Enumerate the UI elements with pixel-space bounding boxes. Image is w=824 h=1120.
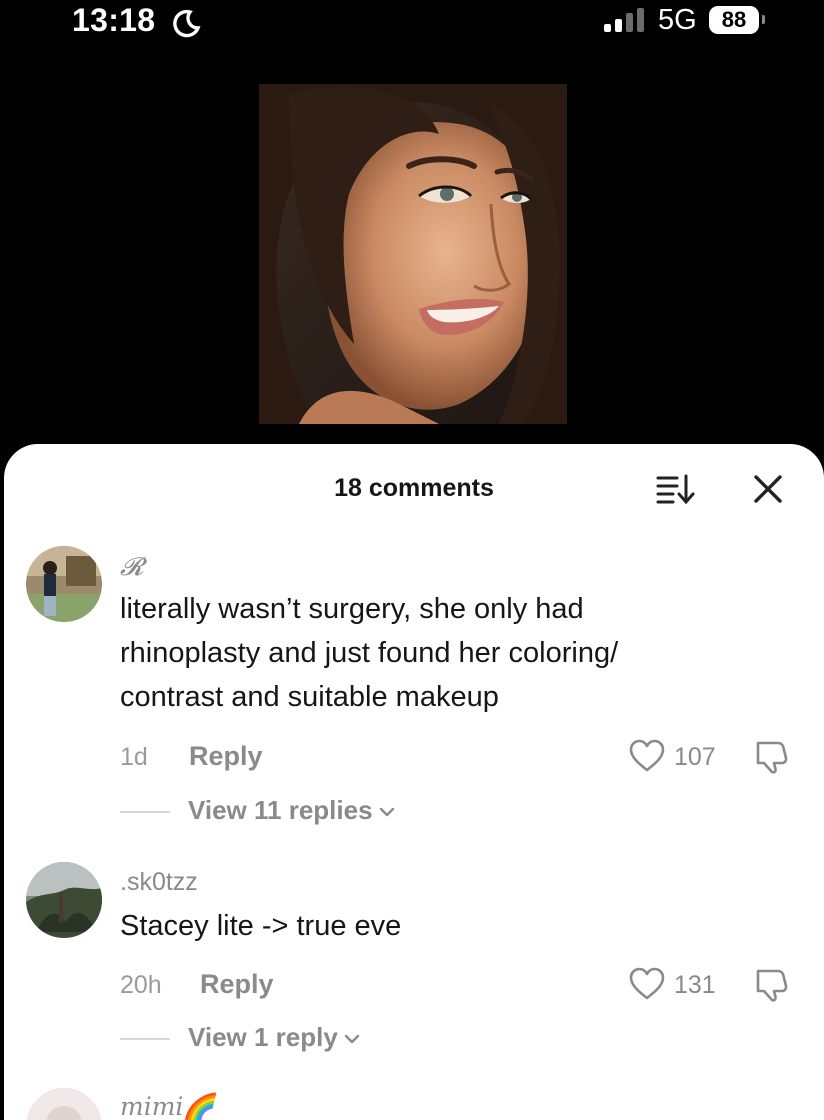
signal-icon	[604, 8, 644, 32]
view-replies-label: View 11 replies	[188, 795, 373, 825]
divider-line	[120, 811, 170, 813]
comment-username[interactable]: .sk0tzz	[120, 868, 198, 897]
dislike-icon[interactable]	[754, 738, 792, 774]
avatar[interactable]	[26, 862, 102, 938]
chevron-down-icon	[379, 807, 394, 817]
comment-username[interactable]: mimi🌈	[120, 1092, 215, 1120]
reply-button[interactable]: Reply	[200, 969, 274, 1000]
like-count: 131	[674, 971, 716, 999]
status-bar: 13:18 5G 88	[0, 0, 824, 70]
battery-tip	[762, 15, 765, 24]
battery-level: 88	[721, 7, 747, 32]
comments-count-title: 18 comments	[334, 474, 494, 502]
comment-text: literally wasn’t surgery, she only had r…	[120, 587, 800, 719]
chevron-down-icon	[344, 1034, 360, 1044]
divider-line	[120, 1038, 170, 1040]
avatar[interactable]	[26, 546, 102, 622]
reply-button[interactable]: Reply	[189, 741, 263, 772]
heart-icon[interactable]	[628, 967, 666, 1001]
comments-sheet: 18 comments 𝓡 literally wasn’t surgery, …	[4, 444, 824, 1120]
comment-text: Stacey lite -> true eve	[120, 904, 800, 948]
view-replies-button[interactable]: View 11 replies	[188, 795, 395, 826]
comment-text-line: rhinoplasty and just found her coloring/	[120, 637, 619, 669]
like-count: 107	[674, 743, 716, 771]
moon-icon	[173, 9, 201, 38]
comment-time: 1d	[120, 743, 148, 771]
comment-username[interactable]: 𝓡	[120, 552, 143, 582]
comment-time: 20h	[120, 971, 162, 999]
network-label: 5G	[658, 4, 697, 36]
view-replies-label: View 1 reply	[188, 1022, 338, 1052]
comment-text-line: contrast and suitable makeup	[120, 681, 499, 713]
status-time: 13:18	[72, 2, 156, 38]
comment-text-line: Stacey lite -> true eve	[120, 910, 402, 942]
dislike-icon[interactable]	[754, 966, 792, 1002]
view-replies-button[interactable]: View 1 reply	[188, 1022, 360, 1053]
portrait-image	[259, 84, 567, 424]
close-icon[interactable]	[752, 473, 784, 505]
sort-icon[interactable]	[655, 473, 695, 505]
video-frame[interactable]	[259, 84, 567, 424]
battery-icon: 88	[709, 6, 759, 34]
comment-text-line: literally wasn’t surgery, she only had	[120, 593, 584, 625]
avatar[interactable]	[26, 1088, 102, 1120]
heart-icon[interactable]	[628, 739, 666, 773]
